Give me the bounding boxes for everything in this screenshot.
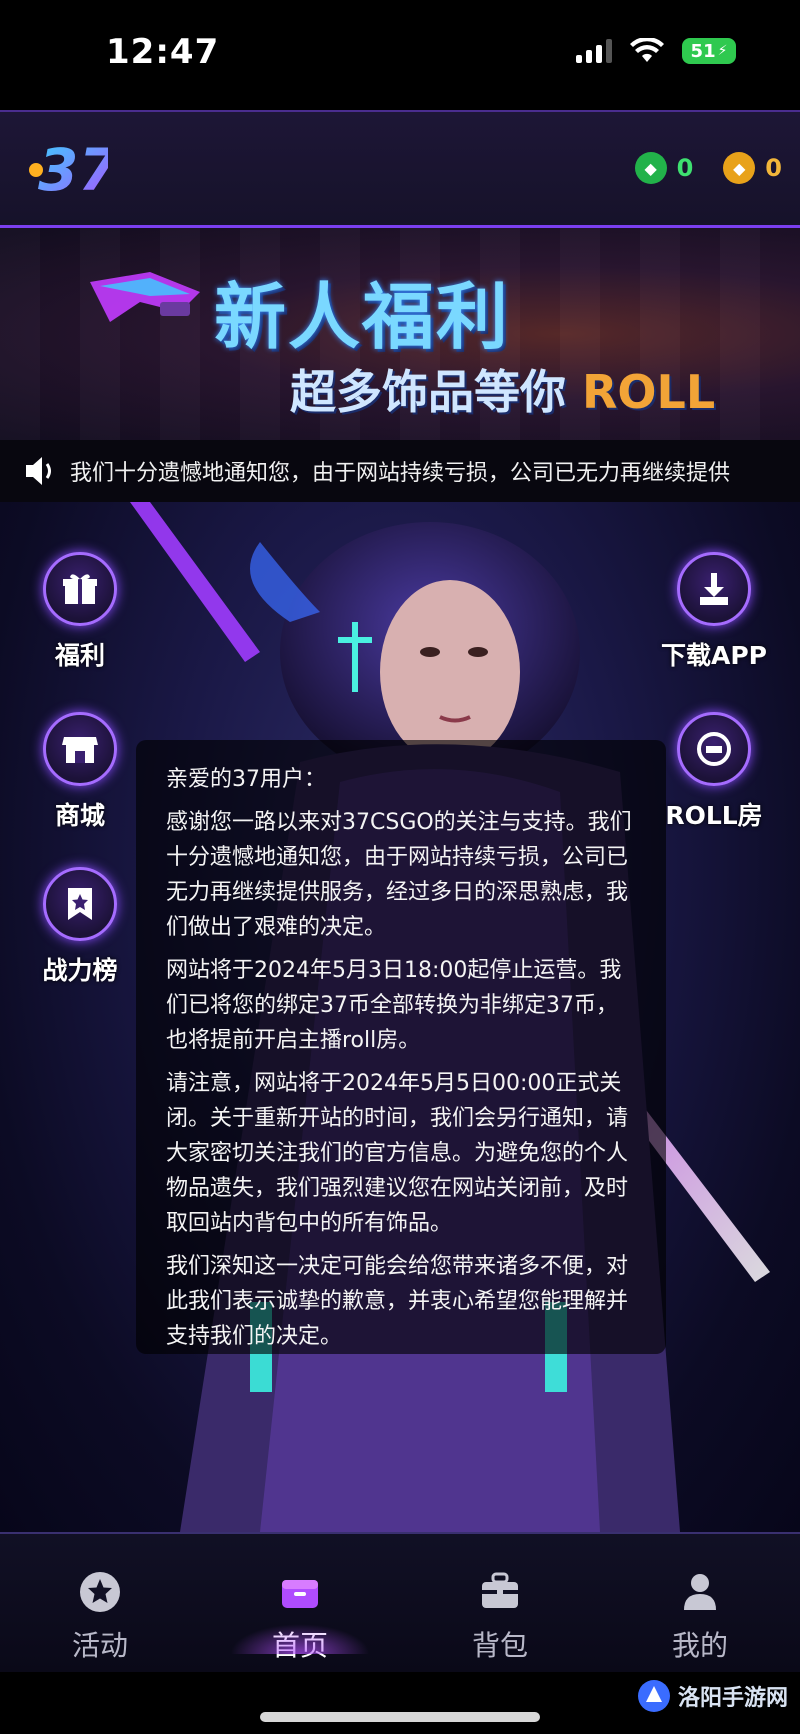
watermark: 洛阳手游网 xyxy=(636,1678,788,1714)
roll-room-icon xyxy=(677,712,751,786)
download-icon xyxy=(677,552,751,626)
announcement-marquee[interactable]: 我们十分遗憾地通知您，由于网站持续亏损，公司已无力再继续提供 xyxy=(0,440,800,502)
home-indicator[interactable] xyxy=(260,1712,540,1722)
svg-text:37: 37 xyxy=(38,136,108,202)
star-icon xyxy=(80,1572,120,1612)
ranking-button[interactable]: 战力榜 xyxy=(20,867,140,987)
welfare-label: 福利 xyxy=(54,641,105,670)
notice-paragraph-1: 感谢您一路以来对37CSGO的关注与支持。我们十分遗憾地通知您，由于网站持续亏损… xyxy=(166,810,632,940)
nav-activity-label: 活动 xyxy=(71,1629,128,1662)
nav-backpack-label: 背包 xyxy=(471,1629,528,1662)
battery-level: 51 xyxy=(690,40,716,62)
app-logo[interactable]: 37 xyxy=(28,134,108,202)
banner-subtitle-roll: ROLL xyxy=(582,365,716,419)
gift-icon xyxy=(43,552,117,626)
green-coin-value: 0 xyxy=(676,154,694,182)
status-indicators: 51 ⚡ xyxy=(576,38,736,64)
status-time: 12:47 xyxy=(106,32,220,72)
nav-backpack[interactable]: 背包 xyxy=(400,1534,600,1674)
nav-home[interactable]: 首页 xyxy=(200,1534,400,1674)
home-indicator-area: 洛阳手游网 xyxy=(0,1672,800,1734)
notice-greeting: 亲爱的37用户： xyxy=(166,767,326,792)
promo-banner[interactable]: 新人福利 超多饰品等你 ROLL xyxy=(0,228,800,440)
download-app-button[interactable]: 下载APP xyxy=(654,552,774,672)
backpack-icon xyxy=(482,1572,518,1608)
roll-room-button[interactable]: ROLL房 xyxy=(654,712,774,832)
knife-weapon-icon xyxy=(90,272,200,322)
gold-coin-icon: ◆ xyxy=(723,152,756,184)
welfare-button[interactable]: 福利 xyxy=(20,552,140,672)
nav-profile[interactable]: 我的 xyxy=(600,1534,800,1674)
green-coin-balance[interactable]: ◆ 0 xyxy=(634,152,694,184)
home-box-icon xyxy=(282,1580,318,1608)
banner-title: 新人福利 xyxy=(214,275,511,359)
shop-label: 商城 xyxy=(54,801,105,830)
wifi-icon xyxy=(630,38,664,62)
nav-activity[interactable]: 活动 xyxy=(0,1534,200,1674)
watermark-text: 洛阳手游网 xyxy=(677,1686,788,1711)
notice-paragraph-4: 我们深知这一决定可能会给您带来诸多不便，对此我们表示诚挚的歉意，并衷心希望您能理… xyxy=(166,1254,629,1349)
cellular-signal-icon xyxy=(576,39,612,63)
marquee-text: 我们十分遗憾地通知您，由于网站持续亏损，公司已无力再继续提供 xyxy=(70,461,731,486)
home-hero: 福利 商城 战力榜 下载APP ROLL房 亲爱的37用户： 感谢您一路以来对3… xyxy=(0,502,800,1532)
gold-coin-balance[interactable]: ◆ 0 xyxy=(723,152,782,184)
bookmark-star-icon xyxy=(43,867,117,941)
app-header: 37 ◆ 0 ◆ 0 xyxy=(0,110,800,228)
download-app-label: 下载APP xyxy=(661,641,767,670)
roll-room-label: ROLL房 xyxy=(665,801,763,830)
ranking-label: 战力榜 xyxy=(42,956,118,985)
notice-paragraph-3: 请注意，网站将于2024年5月5日00:00正式关闭。关于重新开站的时间，我们会… xyxy=(166,1071,629,1236)
currency-balances: ◆ 0 ◆ 0 xyxy=(634,152,782,184)
nav-profile-label: 我的 xyxy=(671,1629,728,1662)
watermark-logo-icon xyxy=(637,1680,670,1712)
green-coin-icon: ◆ xyxy=(634,152,667,184)
shutdown-notice: 亲爱的37用户： 感谢您一路以来对37CSGO的关注与支持。我们十分遗憾地通知您… xyxy=(136,740,666,1354)
bottom-nav: 活动 首页 背包 我的 xyxy=(0,1532,800,1672)
speaker-icon xyxy=(26,457,51,485)
store-icon xyxy=(43,712,117,786)
user-icon xyxy=(684,1574,716,1610)
notice-paragraph-2: 网站将于2024年5月3日18:00起停止运营。我们已将您的绑定37币全部转换为… xyxy=(166,958,622,1053)
status-bar: 12:47 51 ⚡ xyxy=(0,0,800,110)
gold-coin-value: 0 xyxy=(765,154,782,182)
battery-indicator: 51 ⚡ xyxy=(682,38,736,64)
banner-subtitle-text: 超多饰品等你 xyxy=(290,365,566,419)
shop-button[interactable]: 商城 xyxy=(20,712,140,832)
banner-subtitle: 超多饰品等你 ROLL xyxy=(290,356,715,422)
nav-home-label: 首页 xyxy=(271,1629,328,1662)
